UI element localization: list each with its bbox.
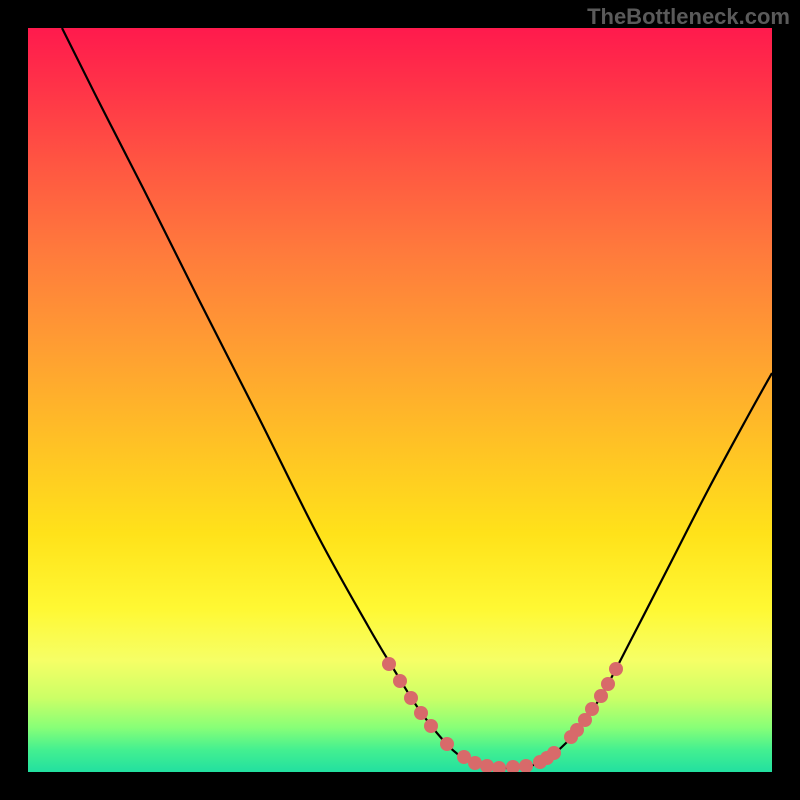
marker-dot xyxy=(492,761,506,772)
marker-dot xyxy=(382,657,396,671)
marker-dot xyxy=(547,746,561,760)
marker-dot xyxy=(404,691,418,705)
attribution-label: TheBottleneck.com xyxy=(587,4,790,30)
marker-dot xyxy=(570,723,584,737)
marker-dot xyxy=(519,759,533,772)
bottleneck-curve xyxy=(62,28,772,768)
marker-dot xyxy=(414,706,428,720)
marker-dot xyxy=(480,759,494,772)
marker-dot xyxy=(424,719,438,733)
marker-dot xyxy=(585,702,599,716)
marker-dot xyxy=(540,751,554,765)
chart-svg xyxy=(28,28,772,772)
marker-dot xyxy=(601,677,615,691)
marker-dot xyxy=(457,750,471,764)
curve-markers xyxy=(382,657,623,772)
marker-dot xyxy=(440,737,454,751)
marker-dot xyxy=(533,755,547,769)
marker-dot xyxy=(468,756,482,770)
chart-plot-area xyxy=(28,28,772,772)
marker-dot xyxy=(506,760,520,772)
marker-dot xyxy=(609,662,623,676)
marker-dot xyxy=(564,730,578,744)
marker-dot xyxy=(578,713,592,727)
marker-dot xyxy=(393,674,407,688)
marker-dot xyxy=(594,689,608,703)
